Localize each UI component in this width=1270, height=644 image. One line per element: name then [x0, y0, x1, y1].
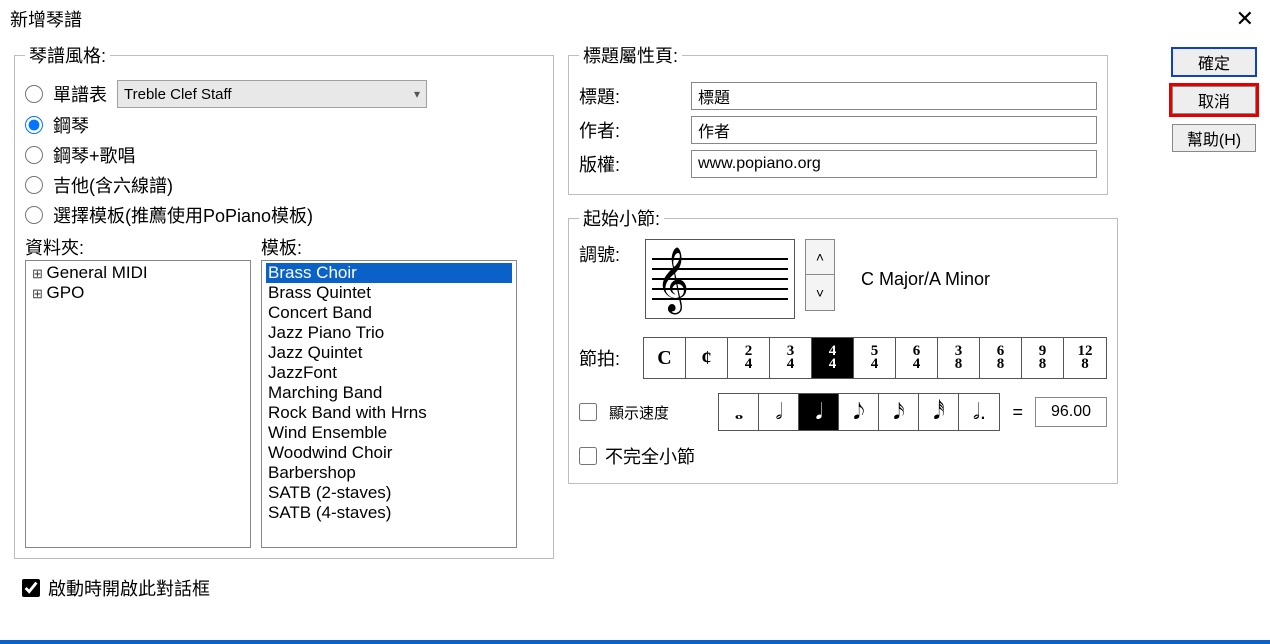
- timesig-label: 節拍:: [579, 345, 635, 371]
- folder-label: 資料夾:: [25, 234, 251, 260]
- list-item[interactable]: Brass Choir: [266, 263, 512, 283]
- timesig-button[interactable]: 38: [938, 338, 980, 378]
- timesig-button[interactable]: 54: [854, 338, 896, 378]
- keysig-name: C Major/A Minor: [861, 269, 990, 290]
- footer-accent: [0, 640, 1270, 644]
- radio-piano-vocal-label: 鋼琴+歌唱: [53, 142, 136, 168]
- timesig-button[interactable]: 68: [980, 338, 1022, 378]
- radio-single-staff-label: 單譜表: [53, 81, 107, 107]
- tempo-field[interactable]: [1035, 397, 1107, 427]
- copyright-field[interactable]: [691, 150, 1097, 178]
- radio-piano-vocal[interactable]: [25, 146, 43, 164]
- keysig-down-button[interactable]: ˅: [805, 275, 835, 311]
- list-item[interactable]: Jazz Quintet: [266, 343, 512, 363]
- ok-button[interactable]: 確定: [1172, 48, 1256, 76]
- note-value-button[interactable]: 𝅘𝅥𝅰: [919, 394, 959, 430]
- author-field[interactable]: [691, 116, 1097, 144]
- timesig-button[interactable]: 24: [728, 338, 770, 378]
- equals-sign: =: [1012, 402, 1023, 423]
- radio-template-label: 選擇模板(推薦使用PoPiano模板): [53, 202, 313, 228]
- start-measure-group: 起始小節: 調號: 𝄞 ˄ ˅ C Major/A Minor 節拍: C¢24…: [568, 205, 1118, 484]
- show-tempo-checkbox[interactable]: [579, 403, 597, 421]
- timesig-button[interactable]: 64: [896, 338, 938, 378]
- clef-combo-value: Treble Clef Staff: [124, 86, 232, 103]
- timesig-button[interactable]: 128: [1064, 338, 1106, 378]
- note-value-button[interactable]: 𝅘𝅥𝅯: [879, 394, 919, 430]
- list-item[interactable]: SATB (2-staves): [266, 483, 512, 503]
- treble-clef-icon: 𝄞: [656, 252, 689, 308]
- radio-guitar-label: 吉他(含六線譜): [53, 172, 173, 198]
- clef-combo[interactable]: Treble Clef Staff ▾: [117, 80, 427, 108]
- list-item[interactable]: Wind Ensemble: [266, 423, 512, 443]
- pickup-checkbox[interactable]: [579, 447, 597, 465]
- show-on-startup-label: 啟動時開啟此對話框: [48, 575, 210, 601]
- author-label: 作者:: [579, 117, 691, 143]
- list-item[interactable]: Jazz Piano Trio: [266, 323, 512, 343]
- note-value-button[interactable]: 𝅘𝅥𝅮: [839, 394, 879, 430]
- list-item[interactable]: Rock Band with Hrns: [266, 403, 512, 423]
- close-icon[interactable]: ✕: [1230, 6, 1260, 32]
- keysig-preview: 𝄞: [645, 239, 795, 319]
- show-tempo-label: 顯示速度: [609, 402, 669, 423]
- template-label: 模板:: [261, 234, 302, 260]
- title-field[interactable]: [691, 82, 1097, 110]
- score-style-group: 琴譜風格: 單譜表 Treble Clef Staff ▾ 鋼琴 鋼琴+歌唱 吉…: [14, 42, 554, 559]
- pickup-label: 不完全小節: [605, 443, 695, 469]
- list-item[interactable]: JazzFont: [266, 363, 512, 383]
- keysig-label: 調號:: [579, 239, 635, 267]
- timesig-button[interactable]: C: [644, 338, 686, 378]
- timesig-button[interactable]: ¢: [686, 338, 728, 378]
- list-item[interactable]: SATB (4-staves): [266, 503, 512, 523]
- dialog-title: 新增琴譜: [10, 6, 82, 32]
- title-props-legend: 標題屬性頁:: [579, 42, 682, 68]
- list-item[interactable]: Barbershop: [266, 463, 512, 483]
- cancel-button[interactable]: 取消: [1172, 86, 1256, 114]
- help-button[interactable]: 幫助(H): [1172, 124, 1256, 152]
- template-listbox[interactable]: Brass ChoirBrass QuintetConcert BandJazz…: [261, 260, 517, 548]
- keysig-up-button[interactable]: ˄: [805, 239, 835, 275]
- chevron-down-icon: ▾: [414, 87, 420, 101]
- radio-piano-label: 鋼琴: [53, 112, 89, 138]
- timesig-button[interactable]: 44: [812, 338, 854, 378]
- show-on-startup-checkbox[interactable]: [22, 579, 40, 597]
- timesig-button[interactable]: 34: [770, 338, 812, 378]
- radio-guitar[interactable]: [25, 176, 43, 194]
- note-value-button[interactable]: 𝅝: [719, 394, 759, 430]
- score-style-legend: 琴譜風格:: [25, 42, 110, 68]
- title-label: 標題:: [579, 83, 691, 109]
- note-value-button[interactable]: 𝅗𝅥.: [959, 394, 999, 430]
- radio-piano[interactable]: [25, 116, 43, 134]
- list-item[interactable]: Brass Quintet: [266, 283, 512, 303]
- folder-listbox[interactable]: General MIDIGPO: [25, 260, 251, 548]
- timesig-buttons: C¢2434445464386898128: [643, 337, 1107, 379]
- title-props-group: 標題屬性頁: 標題: 作者: 版權:: [568, 42, 1108, 195]
- copyright-label: 版權:: [579, 151, 691, 177]
- list-item[interactable]: Concert Band: [266, 303, 512, 323]
- list-item[interactable]: GPO: [30, 283, 246, 303]
- note-value-button[interactable]: 𝅘𝅥: [799, 394, 839, 430]
- timesig-button[interactable]: 98: [1022, 338, 1064, 378]
- list-item[interactable]: Marching Band: [266, 383, 512, 403]
- radio-single-staff[interactable]: [25, 85, 43, 103]
- list-item[interactable]: General MIDI: [30, 263, 246, 283]
- list-item[interactable]: Woodwind Choir: [266, 443, 512, 463]
- tempo-note-buttons: 𝅝𝅗𝅥𝅘𝅥𝅘𝅥𝅮𝅘𝅥𝅯𝅘𝅥𝅰𝅗𝅥.: [718, 393, 1000, 431]
- radio-template[interactable]: [25, 206, 43, 224]
- start-measure-legend: 起始小節:: [579, 205, 664, 231]
- note-value-button[interactable]: 𝅗𝅥: [759, 394, 799, 430]
